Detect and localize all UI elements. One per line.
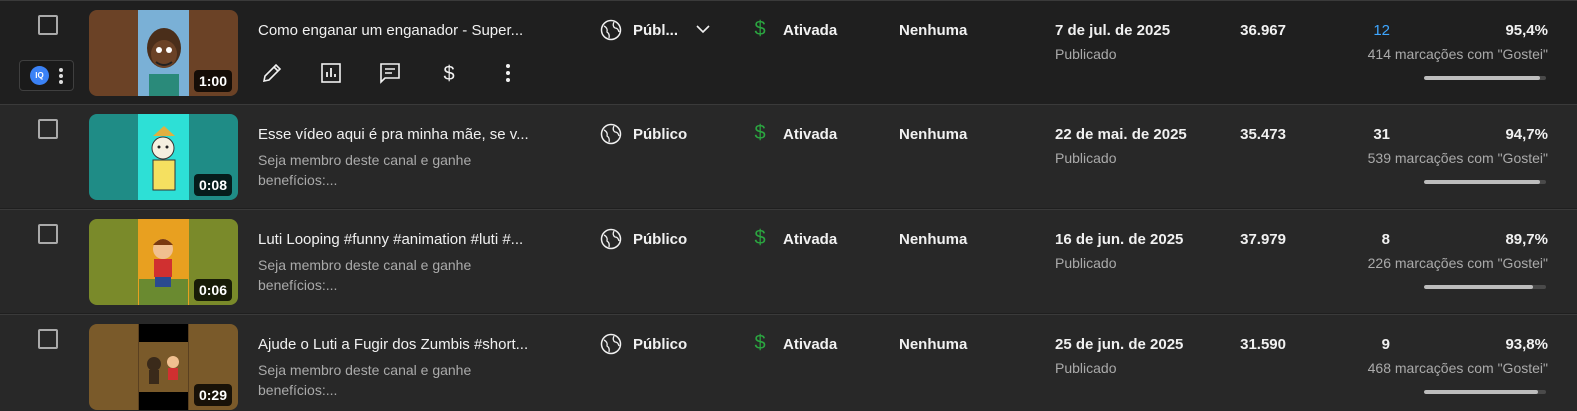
row-checkbox[interactable]	[38, 15, 58, 35]
comments-count[interactable]: 12	[1340, 22, 1390, 39]
svg-text:$: $	[443, 63, 454, 85]
visibility-label[interactable]: Público	[633, 336, 687, 353]
dollar-icon: $	[754, 332, 766, 354]
thumbnail-image	[139, 10, 188, 96]
publish-date: 22 de mai. de 2025	[1055, 126, 1187, 143]
likes-bar	[1424, 180, 1546, 184]
comments-icon[interactable]	[376, 59, 404, 87]
extension-logo: IQ	[30, 66, 49, 85]
likes-bar-fill	[1424, 180, 1540, 184]
likes-percentage: 95,4%	[1505, 22, 1548, 39]
likes-count: 539 marcações com "Gostei"	[1367, 150, 1548, 166]
likes-count: 226 marcações com "Gostei"	[1367, 255, 1548, 271]
video-duration: 0:08	[193, 174, 232, 196]
thumbnail-image	[139, 219, 188, 305]
views-count: 37.979	[1240, 231, 1286, 248]
likes-bar	[1424, 390, 1546, 394]
video-duration: 0:29	[193, 384, 232, 406]
likes-bar-fill	[1424, 285, 1534, 289]
likes-percentage: 89,7%	[1505, 231, 1548, 248]
video-thumbnail[interactable]: 0:06	[89, 219, 238, 305]
chevron-down-icon[interactable]	[695, 21, 711, 37]
restrictions-status: Nenhuma	[899, 126, 968, 143]
likes-bar-fill	[1424, 390, 1539, 394]
more-vert-icon[interactable]	[58, 67, 64, 85]
visibility-label[interactable]: Públ...	[633, 22, 678, 39]
video-description: Seja membro deste canal e ganhe benefíci…	[258, 362, 472, 398]
table-row[interactable]: 0:29 Ajude o Luti a Fugir dos Zumbis #sh…	[0, 314, 1577, 411]
publish-status: Publicado	[1055, 360, 1117, 376]
publish-status: Publicado	[1055, 255, 1117, 271]
monetization-status: Ativada	[783, 336, 838, 353]
views-count: 35.473	[1240, 126, 1286, 143]
likes-bar	[1424, 76, 1546, 80]
row-checkbox[interactable]	[38, 329, 58, 349]
video-duration: 0:06	[193, 279, 232, 301]
restrictions-status: Nenhuma	[899, 231, 968, 248]
more-options-icon[interactable]	[494, 59, 522, 87]
monetization-status: Ativada	[783, 126, 838, 143]
publish-status: Publicado	[1055, 150, 1117, 166]
dollar-icon: $	[754, 18, 766, 40]
table-row[interactable]: 0:06 Luti Looping #funny #animation #lut…	[0, 209, 1577, 313]
restrictions-status: Nenhuma	[899, 22, 968, 39]
comments-count[interactable]: 9	[1340, 336, 1390, 353]
visibility-label[interactable]: Público	[633, 231, 687, 248]
thumbnail-image	[139, 114, 188, 200]
video-duration: 1:00	[193, 70, 232, 92]
analytics-icon[interactable]	[317, 59, 345, 87]
video-description: Seja membro deste canal e ganhe benefíci…	[258, 257, 472, 293]
monetization-status: Ativada	[783, 22, 838, 39]
monetization-status: Ativada	[783, 231, 838, 248]
video-title[interactable]: Como enganar um enganador - Super...	[258, 22, 548, 39]
publish-date: 25 de jun. de 2025	[1055, 336, 1184, 353]
row-checkbox[interactable]	[38, 119, 58, 139]
globe-icon	[600, 333, 622, 355]
restrictions-status: Nenhuma	[899, 336, 968, 353]
globe-icon	[600, 19, 622, 41]
video-title[interactable]: Ajude o Luti a Fugir dos Zumbis #short..…	[258, 336, 548, 353]
publish-date: 16 de jun. de 2025	[1055, 231, 1184, 248]
views-count: 36.967	[1240, 22, 1286, 39]
globe-icon	[600, 228, 622, 250]
video-title[interactable]: Luti Looping #funny #animation #luti #..…	[258, 231, 548, 248]
publish-status: Publicado	[1055, 46, 1117, 62]
visibility-label[interactable]: Público	[633, 126, 687, 143]
video-title[interactable]: Esse vídeo aqui é pra minha mãe, se v...	[258, 126, 548, 143]
video-table: IQ 1:00 Como enganar um enganador - Supe…	[0, 0, 1577, 411]
likes-percentage: 94,7%	[1505, 126, 1548, 143]
publish-date: 7 de jul. de 2025	[1055, 22, 1171, 39]
likes-bar-fill	[1424, 76, 1541, 80]
video-thumbnail[interactable]: 0:08	[89, 114, 238, 200]
likes-bar	[1424, 285, 1546, 289]
dollar-icon: $	[754, 227, 766, 249]
globe-icon	[600, 123, 622, 145]
edit-icon[interactable]	[258, 59, 286, 87]
comments-count[interactable]: 8	[1340, 231, 1390, 248]
row-checkbox[interactable]	[38, 224, 58, 244]
likes-count: 414 marcações com "Gostei"	[1367, 46, 1548, 62]
views-count: 31.590	[1240, 336, 1286, 353]
extension-badge[interactable]: IQ	[19, 60, 74, 91]
table-row[interactable]: IQ 1:00 Como enganar um enganador - Supe…	[0, 0, 1577, 104]
likes-count: 468 marcações com "Gostei"	[1367, 360, 1548, 376]
comments-count[interactable]: 31	[1340, 126, 1390, 143]
likes-percentage: 93,8%	[1505, 336, 1548, 353]
video-thumbnail[interactable]: 1:00	[89, 10, 238, 96]
monetization-icon[interactable]: $	[435, 59, 463, 87]
table-row[interactable]: 0:08 Esse vídeo aqui é pra minha mãe, se…	[0, 104, 1577, 208]
dollar-icon: $	[754, 122, 766, 144]
video-description: Seja membro deste canal e ganhe benefíci…	[258, 152, 472, 188]
video-thumbnail[interactable]: 0:29	[89, 324, 238, 410]
thumbnail-image	[139, 324, 188, 410]
